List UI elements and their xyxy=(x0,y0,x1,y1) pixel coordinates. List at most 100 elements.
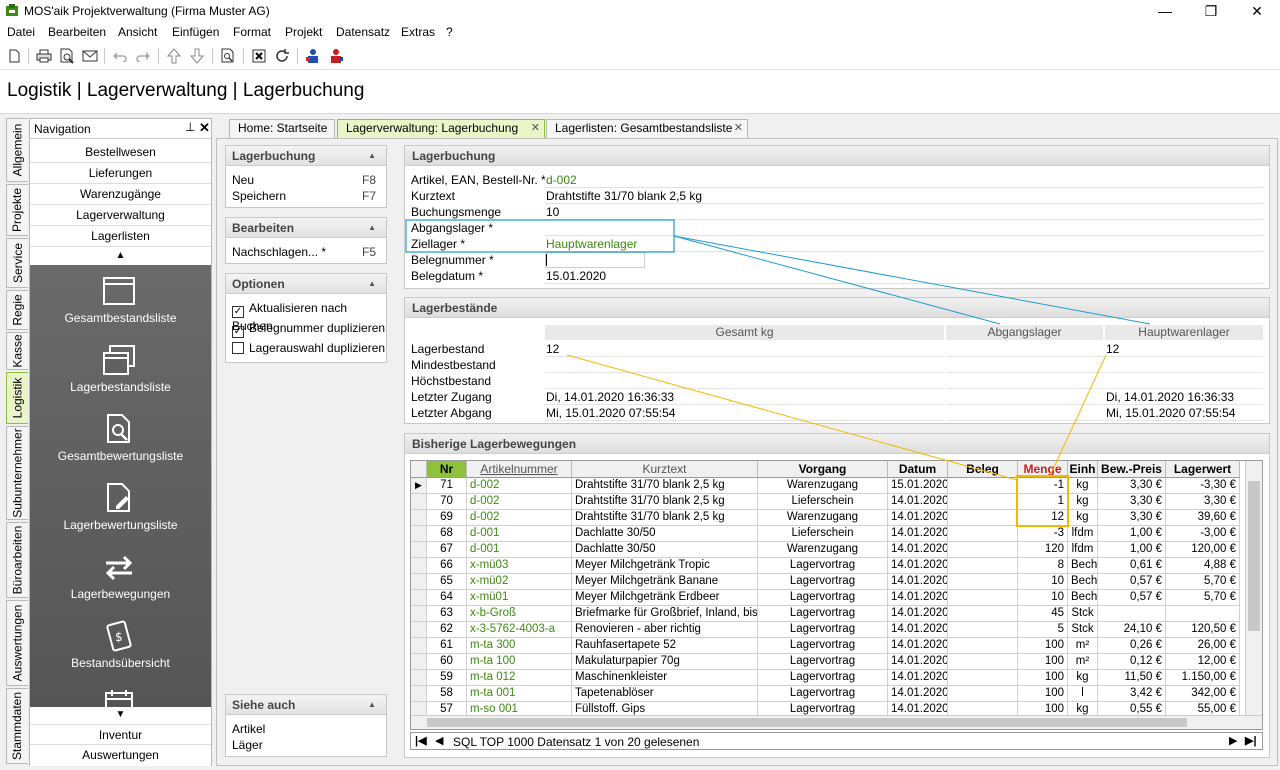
checkbox-checked[interactable]: ✓ xyxy=(232,326,244,338)
artikel-input[interactable]: d-002 xyxy=(545,172,1263,188)
tab-gesamtbestandsliste[interactable]: Lagerlisten: Gesamtbestandsliste ✕ xyxy=(546,119,748,138)
grid-cell-beleg[interactable] xyxy=(948,574,1018,590)
vtab-auswertungen[interactable]: Auswertungen xyxy=(6,600,28,686)
user-red-icon[interactable] xyxy=(326,46,346,66)
menu-bearbeiten[interactable]: Bearbeiten xyxy=(48,25,106,39)
grid-cell-bewpreis[interactable]: 1,00 € xyxy=(1098,542,1166,558)
grid-cell-datum[interactable]: 14.01.2020 xyxy=(888,606,948,622)
grid-cell-einh[interactable]: Bech xyxy=(1068,590,1098,606)
buchungsmenge-input[interactable]: 10 xyxy=(545,204,1263,220)
grid-cell-bewpreis[interactable]: 0,57 € xyxy=(1098,590,1166,606)
grid-cell-einh[interactable]: kg xyxy=(1068,670,1098,686)
next-record-icon[interactable]: ▶ xyxy=(1229,734,1237,747)
grid-cell-bewpreis[interactable]: 3,30 € xyxy=(1098,494,1166,510)
grid-cell-vorgang[interactable]: Lagervortrag xyxy=(758,558,888,574)
grid-cell-kurztext[interactable]: Maschinenkleister xyxy=(572,670,758,686)
row-indicator[interactable] xyxy=(411,686,427,702)
nav-auswertungen[interactable]: Auswertungen xyxy=(30,745,211,766)
menu-datei[interactable]: Datei xyxy=(7,25,35,39)
grid-cell-artikelnummer[interactable]: x-mü03 xyxy=(467,558,572,574)
grid-cell-kurztext[interactable]: Dachlatte 30/50 xyxy=(572,542,758,558)
grid-cell-nr[interactable]: 69 xyxy=(427,510,467,526)
grid-cell-datum[interactable]: 14.01.2020 xyxy=(888,494,948,510)
grid-cell-nr[interactable]: 65 xyxy=(427,574,467,590)
vtab-allgemein[interactable]: Allgemein xyxy=(6,118,28,182)
grid-cell-lagerwert[interactable]: 26,00 € xyxy=(1166,638,1240,654)
grid-cell-datum[interactable]: 14.01.2020 xyxy=(888,558,948,574)
first-record-icon[interactable]: |◀ xyxy=(415,734,427,747)
action-neu[interactable]: Neu F8 xyxy=(226,172,386,188)
nav-lagerbewertungsliste[interactable]: Lagerbewertungsliste xyxy=(30,472,211,541)
grid-cell-beleg[interactable] xyxy=(948,622,1018,638)
grid-cell-beleg[interactable] xyxy=(948,590,1018,606)
grid-cell-menge[interactable]: 100 xyxy=(1018,686,1068,702)
grid-cell-artikelnummer[interactable]: m-ta 100 xyxy=(467,654,572,670)
grid-cell-beleg[interactable] xyxy=(948,542,1018,558)
grid-cell-vorgang[interactable]: Warenzugang xyxy=(758,510,888,526)
grid-cell-nr[interactable]: 70 xyxy=(427,494,467,510)
grid-cell-bewpreis[interactable]: 11,50 € xyxy=(1098,670,1166,686)
menu-help[interactable]: ? xyxy=(446,25,453,39)
menu-projekt[interactable]: Projekt xyxy=(285,25,322,39)
grid-cell-menge[interactable]: 8 xyxy=(1018,558,1068,574)
grid-cell-nr[interactable]: 66 xyxy=(427,558,467,574)
vertical-scrollbar[interactable] xyxy=(1245,461,1262,715)
grid-cell-menge[interactable]: 100 xyxy=(1018,654,1068,670)
tab-home-startseite[interactable]: Home: Startseite xyxy=(229,119,335,138)
link-artikel[interactable]: Artikel xyxy=(226,721,386,737)
redo-icon[interactable] xyxy=(133,46,153,66)
grid-cell-kurztext[interactable]: Dachlatte 30/50 xyxy=(572,526,758,542)
minimize-button[interactable]: — xyxy=(1142,0,1188,22)
grid-cell-artikelnummer[interactable]: m-ta 300 xyxy=(467,638,572,654)
grid-cell-vorgang[interactable]: Lagervortrag xyxy=(758,622,888,638)
nav-lieferungen[interactable]: Lieferungen xyxy=(30,163,211,184)
grid-cell-artikelnummer[interactable]: d-001 xyxy=(467,542,572,558)
grid-cell-beleg[interactable] xyxy=(948,638,1018,654)
grid-cell-datum[interactable]: 14.01.2020 xyxy=(888,654,948,670)
delete-icon[interactable] xyxy=(249,46,269,66)
grid-cell-artikelnummer[interactable]: x-3-5762-4003-a xyxy=(467,622,572,638)
nav-bestellwesen[interactable]: Bestellwesen xyxy=(30,142,211,163)
collapse-icon[interactable]: ▲ xyxy=(368,274,376,294)
grid-cell-datum[interactable]: 15.01.2020 xyxy=(888,478,948,494)
grid-cell-menge[interactable]: 12 xyxy=(1018,510,1068,526)
grid-cell-lagerwert[interactable]: -3,30 € xyxy=(1166,478,1240,494)
grid-cell-einh[interactable]: kg xyxy=(1068,510,1098,526)
collapse-icon[interactable]: ▲ xyxy=(368,695,376,715)
grid-cell-nr[interactable]: 71 xyxy=(427,478,467,494)
last-record-icon[interactable]: ▶| xyxy=(1245,734,1257,747)
arrow-down-icon[interactable] xyxy=(187,46,207,66)
row-indicator[interactable] xyxy=(411,654,427,670)
grid-cell-einh[interactable]: Stck xyxy=(1068,622,1098,638)
grid-cell-lagerwert[interactable]: 120,50 € xyxy=(1166,622,1240,638)
print-icon[interactable] xyxy=(34,46,54,66)
vtab-stammdaten[interactable]: Stammdaten xyxy=(6,688,28,764)
action-speichern[interactable]: Speichern F7 xyxy=(226,188,386,204)
row-indicator[interactable] xyxy=(411,638,427,654)
vtab-kasse[interactable]: Kasse xyxy=(6,332,28,370)
menu-format[interactable]: Format xyxy=(233,25,271,39)
grid-cell-kurztext[interactable]: Drahtstifte 31/70 blank 2,5 kg xyxy=(572,510,758,526)
user-blue-icon[interactable] xyxy=(303,46,323,66)
scroll-up-icon[interactable]: ▲ xyxy=(30,247,211,265)
grid-cell-menge[interactable]: 45 xyxy=(1018,606,1068,622)
horizontal-scrollbar[interactable] xyxy=(411,715,1262,729)
vtab-service[interactable]: Service xyxy=(6,238,28,288)
grid-cell-artikelnummer[interactable]: x-mü01 xyxy=(467,590,572,606)
panel-header[interactable]: Lagerbuchung ▲ xyxy=(226,146,386,166)
grid-cell-menge[interactable]: 100 xyxy=(1018,638,1068,654)
grid-cell-kurztext[interactable]: Tapetenablöser xyxy=(572,686,758,702)
panel-header[interactable]: Bearbeiten ▲ xyxy=(226,218,386,238)
grid-cell-nr[interactable]: 63 xyxy=(427,606,467,622)
grid-cell-datum[interactable]: 14.01.2020 xyxy=(888,574,948,590)
column-header[interactable]: Kurztext xyxy=(572,461,758,478)
grid-cell-bewpreis[interactable]: 3,30 € xyxy=(1098,510,1166,526)
grid-cell-lagerwert[interactable]: 5,70 € xyxy=(1166,590,1240,606)
grid-cell-beleg[interactable] xyxy=(948,670,1018,686)
link-laeger[interactable]: Läger xyxy=(226,737,386,753)
close-icon[interactable]: ✕ xyxy=(199,120,210,136)
grid-cell-bewpreis[interactable]: 0,26 € xyxy=(1098,638,1166,654)
column-header[interactable]: Bew.-Preis xyxy=(1098,461,1166,478)
grid-cell-kurztext[interactable]: Makulaturpapier 70g xyxy=(572,654,758,670)
search-document-icon[interactable] xyxy=(218,46,238,66)
